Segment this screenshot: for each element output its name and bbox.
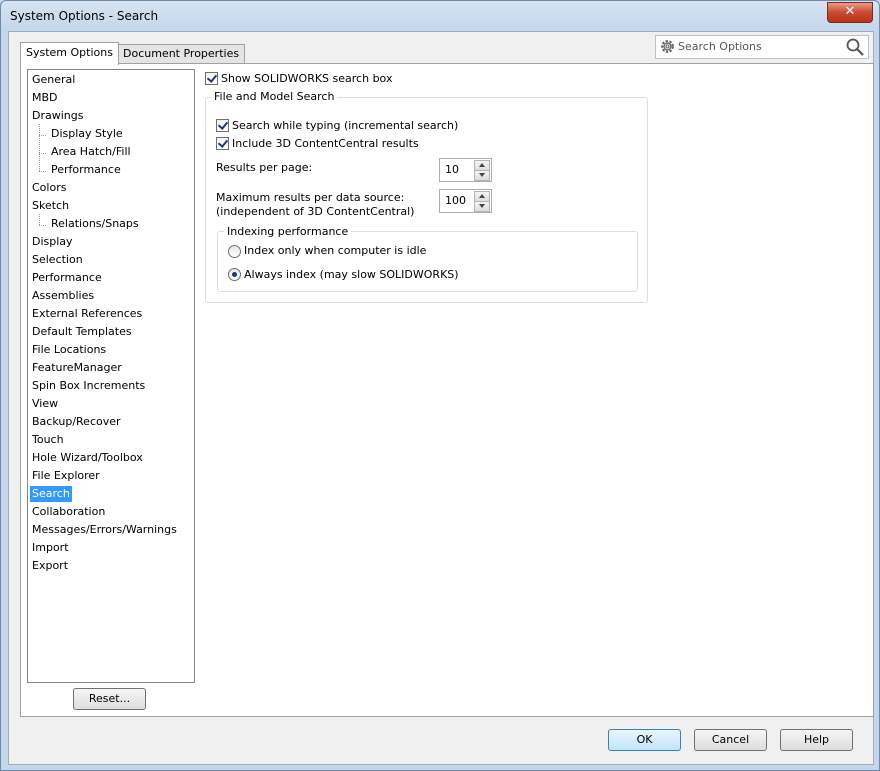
- tree-item[interactable]: Messages/Errors/Warnings: [30, 522, 179, 538]
- close-button[interactable]: ✕: [827, 2, 873, 23]
- tab-system-options[interactable]: System Options: [20, 42, 119, 65]
- title-bar[interactable]: System Options - Search ✕: [1, 1, 879, 31]
- tree-item[interactable]: Touch: [30, 432, 66, 448]
- tree-item[interactable]: View: [30, 396, 60, 412]
- tree-connector-line: [39, 225, 46, 226]
- tree-item[interactable]: Sketch: [30, 198, 71, 214]
- tree-item[interactable]: General: [30, 72, 77, 88]
- gear-icon: [661, 40, 674, 53]
- tree-item[interactable]: File Locations: [30, 342, 108, 358]
- ok-button[interactable]: OK: [608, 729, 681, 751]
- always-index-label: Always index (may slow SOLIDWORKS): [244, 268, 459, 281]
- tree-item[interactable]: Search: [30, 486, 72, 502]
- tree-item[interactable]: Hole Wizard/Toolbox: [30, 450, 145, 466]
- results-per-page-value: 10: [445, 163, 459, 176]
- max-results-value: 100: [445, 194, 466, 207]
- tree-item[interactable]: Relations/Snaps: [49, 216, 141, 232]
- index-idle-label: Index only when computer is idle: [244, 244, 427, 257]
- magnifier-icon[interactable]: [845, 37, 865, 57]
- index-idle-radio[interactable]: [228, 245, 241, 258]
- dialog-window: System Options - Search ✕ System Options…: [0, 0, 880, 771]
- spin-down-arrow-icon[interactable]: [474, 170, 490, 181]
- close-icon: ✕: [844, 4, 856, 19]
- tree-connector-line: [39, 171, 46, 172]
- tab-document-properties[interactable]: Document Properties: [117, 44, 246, 63]
- include-3dcc-label: Include 3D ContentCentral results: [232, 137, 419, 150]
- help-button[interactable]: Help: [780, 729, 853, 751]
- tree-item[interactable]: Display: [30, 234, 75, 250]
- tree-item[interactable]: Performance: [30, 270, 104, 286]
- search-options-box[interactable]: Search Options: [655, 35, 869, 59]
- include-3dcc-checkbox[interactable]: [216, 137, 229, 150]
- tree-item[interactable]: Spin Box Increments: [30, 378, 147, 394]
- cancel-button[interactable]: Cancel: [694, 729, 767, 751]
- options-tree[interactable]: General MBD Drawings Display Style Area Hatc…: [27, 69, 195, 683]
- window-title: System Options - Search: [10, 9, 159, 23]
- tree-item[interactable]: Display Style: [49, 126, 125, 142]
- tree-connector-line: [39, 135, 46, 136]
- indexing-performance-title: Indexing performance: [224, 225, 352, 238]
- tree-item[interactable]: External References: [30, 306, 144, 322]
- tree-item[interactable]: Assemblies: [30, 288, 96, 304]
- tree-item[interactable]: File Explorer: [30, 468, 102, 484]
- search-while-typing-label: Search while typing (incremental search): [232, 119, 459, 132]
- tree-item[interactable]: Performance: [49, 162, 123, 178]
- results-per-page-spinbox[interactable]: 10: [439, 158, 492, 182]
- options-panel: General MBD Drawings Display Style Area Hatc…: [20, 63, 874, 717]
- tree-item[interactable]: Collaboration: [30, 504, 107, 520]
- tree-item[interactable]: Import: [30, 540, 71, 556]
- tree-item[interactable]: Colors: [30, 180, 68, 196]
- tree-item[interactable]: Export: [30, 558, 70, 574]
- search-while-typing-checkbox[interactable]: [216, 119, 229, 132]
- file-model-search-title: File and Model Search: [211, 90, 338, 103]
- max-results-spinbox[interactable]: 100: [439, 189, 492, 213]
- tree-connector-line: [39, 214, 40, 225]
- results-per-page-label: Results per page:: [216, 161, 313, 174]
- reset-button[interactable]: Reset...: [73, 688, 146, 710]
- max-results-label-line2: (independent of 3D ContentCentral): [216, 205, 415, 218]
- tree-item[interactable]: Drawings: [30, 108, 85, 124]
- indexing-performance-group: [217, 231, 638, 292]
- tree-item[interactable]: Area Hatch/Fill: [49, 144, 133, 160]
- show-search-box-checkbox[interactable]: [205, 72, 218, 85]
- show-search-box-label: Show SOLIDWORKS search box: [221, 72, 393, 85]
- tree-item[interactable]: Default Templates: [30, 324, 134, 340]
- tree-connector-line: [39, 153, 46, 154]
- spin-down-arrow-icon[interactable]: [474, 201, 490, 212]
- dialog-client: System Options Document Properties Searc…: [8, 31, 874, 765]
- search-options-placeholder: Search Options: [678, 40, 762, 53]
- tree-item[interactable]: MBD: [30, 90, 60, 106]
- tree-item[interactable]: Selection: [30, 252, 85, 268]
- always-index-radio[interactable]: [228, 268, 241, 281]
- tree-item[interactable]: FeatureManager: [30, 360, 124, 376]
- tree-item[interactable]: Backup/Recover: [30, 414, 123, 430]
- tree-connector-line: [39, 124, 40, 171]
- max-results-label-line1: Maximum results per data source:: [216, 191, 405, 204]
